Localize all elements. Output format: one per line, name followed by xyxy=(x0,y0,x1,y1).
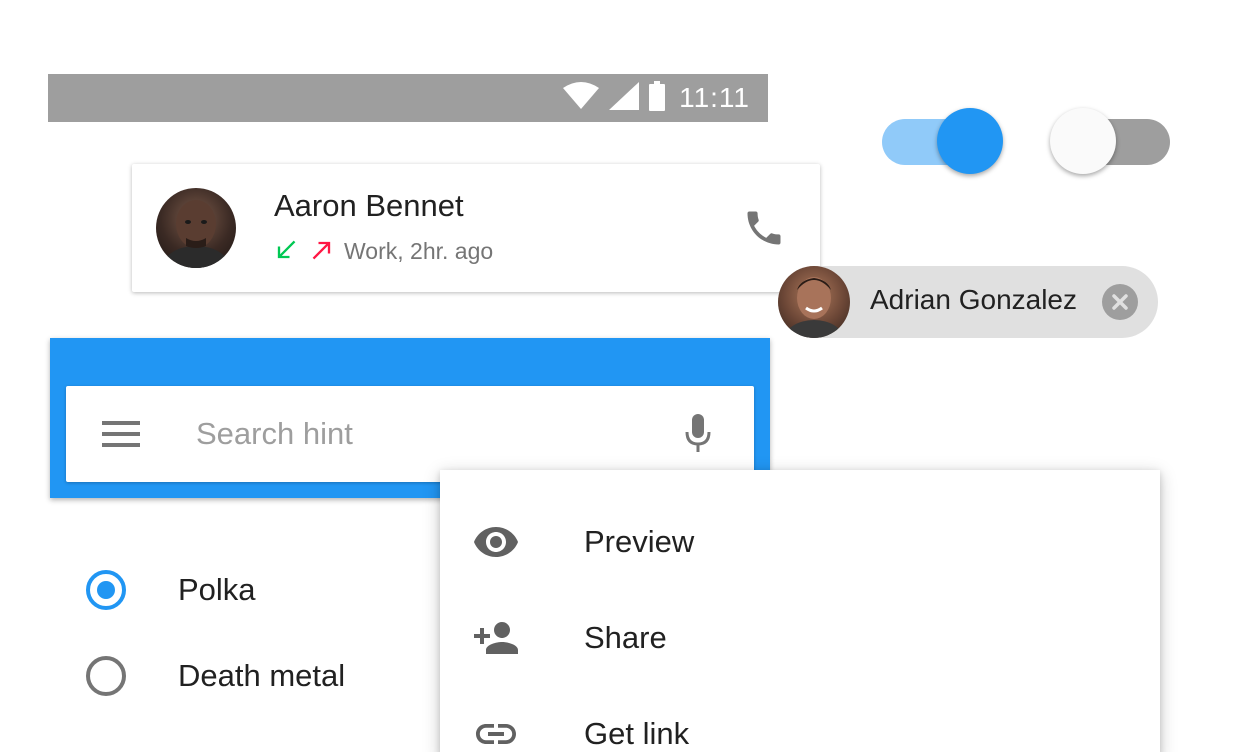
link-icon xyxy=(472,710,520,752)
contact-name: Aaron Bennet xyxy=(274,188,464,223)
radio-label: Death metal xyxy=(178,658,346,693)
incoming-call-icon xyxy=(272,240,304,268)
radio-button[interactable] xyxy=(86,570,126,610)
search-box[interactable] xyxy=(66,386,754,482)
toggle-switch-on[interactable] xyxy=(882,96,1003,174)
context-menu: Preview Share Get link xyxy=(440,470,1160,752)
radio-option-polka[interactable]: Polka xyxy=(86,570,256,610)
hamburger-menu-icon[interactable] xyxy=(102,420,140,453)
switch-thumb[interactable] xyxy=(937,108,1003,174)
wifi-icon xyxy=(563,81,600,115)
contact-meta: Work, 2hr. ago xyxy=(344,238,494,264)
chip-label: Adrian Gonzalez xyxy=(870,284,1078,315)
contact-chip[interactable]: Adrian Gonzalez xyxy=(778,266,1158,338)
toggle-switch-off[interactable] xyxy=(1050,96,1170,174)
mic-icon[interactable] xyxy=(682,412,714,461)
menu-item-preview[interactable]: Preview xyxy=(440,494,1160,590)
signal-icon xyxy=(609,81,640,115)
chip-close-icon[interactable] xyxy=(1102,284,1138,320)
avatar xyxy=(156,188,236,268)
status-time: 11:11 xyxy=(679,82,750,113)
radio-label: Polka xyxy=(178,572,256,607)
eye-icon xyxy=(472,518,520,571)
contact-card[interactable]: Aaron Bennet Work, 2hr. ago xyxy=(132,164,820,292)
battery-icon xyxy=(649,80,666,116)
person-add-icon xyxy=(472,614,520,667)
menu-item-share[interactable]: Share xyxy=(440,590,1160,686)
menu-item-label: Get link xyxy=(584,716,690,751)
radio-button[interactable] xyxy=(86,656,126,696)
menu-item-label: Preview xyxy=(584,524,695,559)
search-input[interactable] xyxy=(194,410,658,458)
chip-avatar xyxy=(778,266,850,338)
menu-item-get-link[interactable]: Get link xyxy=(440,686,1160,752)
radio-option-death-metal[interactable]: Death metal xyxy=(86,656,345,696)
menu-item-label: Share xyxy=(584,620,667,655)
call-direction xyxy=(272,236,336,269)
status-bar: 11:11 xyxy=(48,74,768,122)
switch-thumb[interactable] xyxy=(1050,108,1116,174)
phone-icon[interactable] xyxy=(742,206,786,255)
outgoing-call-icon xyxy=(308,241,336,268)
